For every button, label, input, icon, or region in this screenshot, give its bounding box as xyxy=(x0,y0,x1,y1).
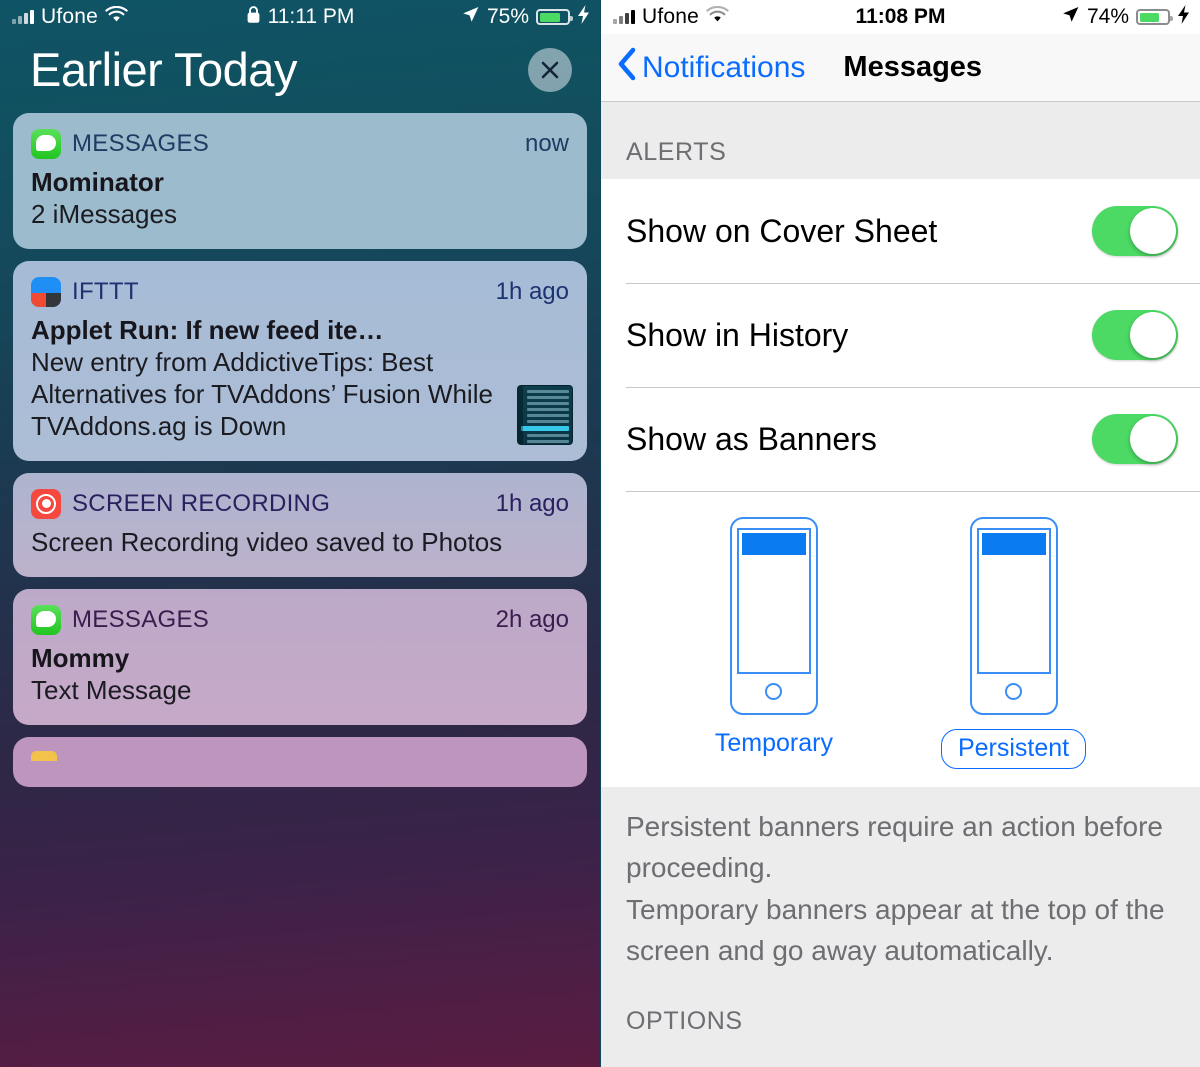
chevron-left-icon xyxy=(617,47,637,89)
notification-title: Mominator xyxy=(31,167,164,197)
toggle-show-on-cover-sheet[interactable] xyxy=(1092,206,1178,256)
status-left-group: Ufone xyxy=(613,5,729,29)
notification-card[interactable]: IFTTT 1h ago Applet Run: If new feed ite… xyxy=(13,260,587,461)
banner-style-chooser: Temporary Persistent xyxy=(601,491,1200,787)
messages-app-icon xyxy=(31,604,61,635)
location-arrow-icon xyxy=(1061,5,1080,30)
cellular-signal-icon xyxy=(12,10,34,24)
dual-screenshot: Ufone 11:11 PM 75% Earlier Today MESSAGE… xyxy=(0,0,1200,1067)
right-status-bar: Ufone 11:08 PM 74% xyxy=(601,0,1200,34)
back-to-notifications-button[interactable]: Notifications xyxy=(601,47,805,89)
notification-app-name: IFTTT xyxy=(72,277,139,305)
close-notifications-button[interactable] xyxy=(528,47,572,92)
setting-label: Show in History xyxy=(626,316,849,353)
alerts-section-header: ALERTS xyxy=(601,102,1200,179)
notification-card[interactable]: MESSAGES 2h ago Mommy Text Message xyxy=(13,588,587,725)
notification-timestamp: 2h ago xyxy=(495,605,569,633)
notification-body: Screen Recording video saved to Photos xyxy=(31,526,503,557)
footer-note-line-1: Persistent banners require an action bef… xyxy=(626,811,1163,883)
carrier-label: Ufone xyxy=(642,5,700,28)
banner-style-footer-note: Persistent banners require an action bef… xyxy=(601,787,1200,972)
carrier-label: Ufone xyxy=(41,5,99,28)
notification-app-name: MESSAGES xyxy=(72,605,210,633)
ifttt-app-icon xyxy=(31,276,61,307)
page-title: Messages xyxy=(843,51,983,83)
banner-style-option-persistent[interactable]: Persistent xyxy=(940,517,1087,769)
lockscreen-header: Earlier Today xyxy=(0,34,600,113)
iphone-banner-preview-icon xyxy=(969,517,1058,715)
banner-style-label-selected: Persistent xyxy=(940,729,1087,769)
notification-timestamp: 1h ago xyxy=(495,489,569,517)
lock-icon xyxy=(246,5,261,30)
notification-body: 2 iMessages xyxy=(31,198,177,229)
options-section-header: OPTIONS xyxy=(601,971,1200,1037)
status-right-group: 74% xyxy=(1061,4,1190,30)
toggle-show-in-history[interactable] xyxy=(1092,310,1178,360)
battery-icon xyxy=(1136,9,1173,25)
lockscreen-notification-center: Ufone 11:11 PM 75% Earlier Today MESSAGE… xyxy=(0,0,600,1067)
lightning-bolt-icon xyxy=(577,4,590,30)
notification-thumbnail xyxy=(517,384,573,445)
lightning-bolt-icon xyxy=(1177,4,1190,30)
notification-title: Mommy xyxy=(31,642,130,673)
banner-style-label: Temporary xyxy=(714,729,833,757)
battery-icon xyxy=(536,9,573,25)
setting-label: Show on Cover Sheet xyxy=(626,212,938,249)
alerts-settings-group: Show on Cover Sheet Show in History Show… xyxy=(601,179,1200,787)
notification-card-header: IFTTT 1h ago xyxy=(31,276,569,307)
setting-row-show-in-history[interactable]: Show in History xyxy=(601,283,1200,387)
notification-body: Text Message xyxy=(31,674,192,705)
battery-percent-label: 74% xyxy=(1086,5,1129,28)
close-x-icon xyxy=(538,58,562,82)
notification-card-partial[interactable] xyxy=(13,736,587,787)
setting-row-show-as-banners[interactable]: Show as Banners xyxy=(601,387,1200,491)
notification-card-header: SCREEN RECORDING 1h ago xyxy=(31,488,569,519)
left-status-bar: Ufone 11:11 PM 75% xyxy=(0,0,600,34)
toggle-show-as-banners[interactable] xyxy=(1092,414,1178,464)
back-button-label: Notifications xyxy=(642,50,806,84)
partial-app-icon xyxy=(31,750,57,761)
notification-card-header: MESSAGES now xyxy=(31,129,569,159)
status-right-group: 75% xyxy=(461,4,590,30)
battery-percent-label: 75% xyxy=(486,5,529,28)
notification-card[interactable]: MESSAGES now Mominator 2 iMessages xyxy=(13,113,587,249)
clock-label: 11:11 PM xyxy=(267,5,355,28)
navigation-bar: Notifications Messages xyxy=(601,34,1200,102)
messages-app-icon xyxy=(31,129,61,159)
notification-timestamp: 1h ago xyxy=(495,277,569,305)
cellular-signal-icon xyxy=(613,10,635,24)
footer-note-line-2: Temporary banners appear at the top of t… xyxy=(626,894,1165,966)
notification-card[interactable]: SCREEN RECORDING 1h ago Screen Recording… xyxy=(13,472,587,577)
notification-timestamp: now xyxy=(524,130,569,157)
setting-row-show-on-cover-sheet[interactable]: Show on Cover Sheet xyxy=(601,179,1200,283)
status-left-group: Ufone xyxy=(12,5,128,29)
notification-app-name: SCREEN RECORDING xyxy=(72,489,331,517)
notification-title: Applet Run: If new feed ite… xyxy=(31,314,384,345)
iphone-banner-preview-icon xyxy=(729,517,818,715)
screen-recording-app-icon xyxy=(31,488,61,519)
wifi-icon xyxy=(105,5,128,29)
notification-app-name: MESSAGES xyxy=(72,130,210,157)
notification-card-header: MESSAGES 2h ago xyxy=(31,604,569,635)
clock-label: 11:08 PM xyxy=(855,5,946,28)
setting-label: Show as Banners xyxy=(626,420,877,457)
page-title: Earlier Today xyxy=(30,43,297,96)
notification-card-list: MESSAGES now Mominator 2 iMessages IFTTT… xyxy=(0,113,600,787)
wifi-icon xyxy=(706,5,729,29)
location-arrow-icon xyxy=(461,5,480,30)
banner-style-option-temporary[interactable]: Temporary xyxy=(715,517,833,769)
settings-messages-notifications: Ufone 11:08 PM 74% Notifications Message… xyxy=(600,0,1200,1067)
notification-body: New entry from AddictiveTips: Best Alter… xyxy=(31,346,493,441)
